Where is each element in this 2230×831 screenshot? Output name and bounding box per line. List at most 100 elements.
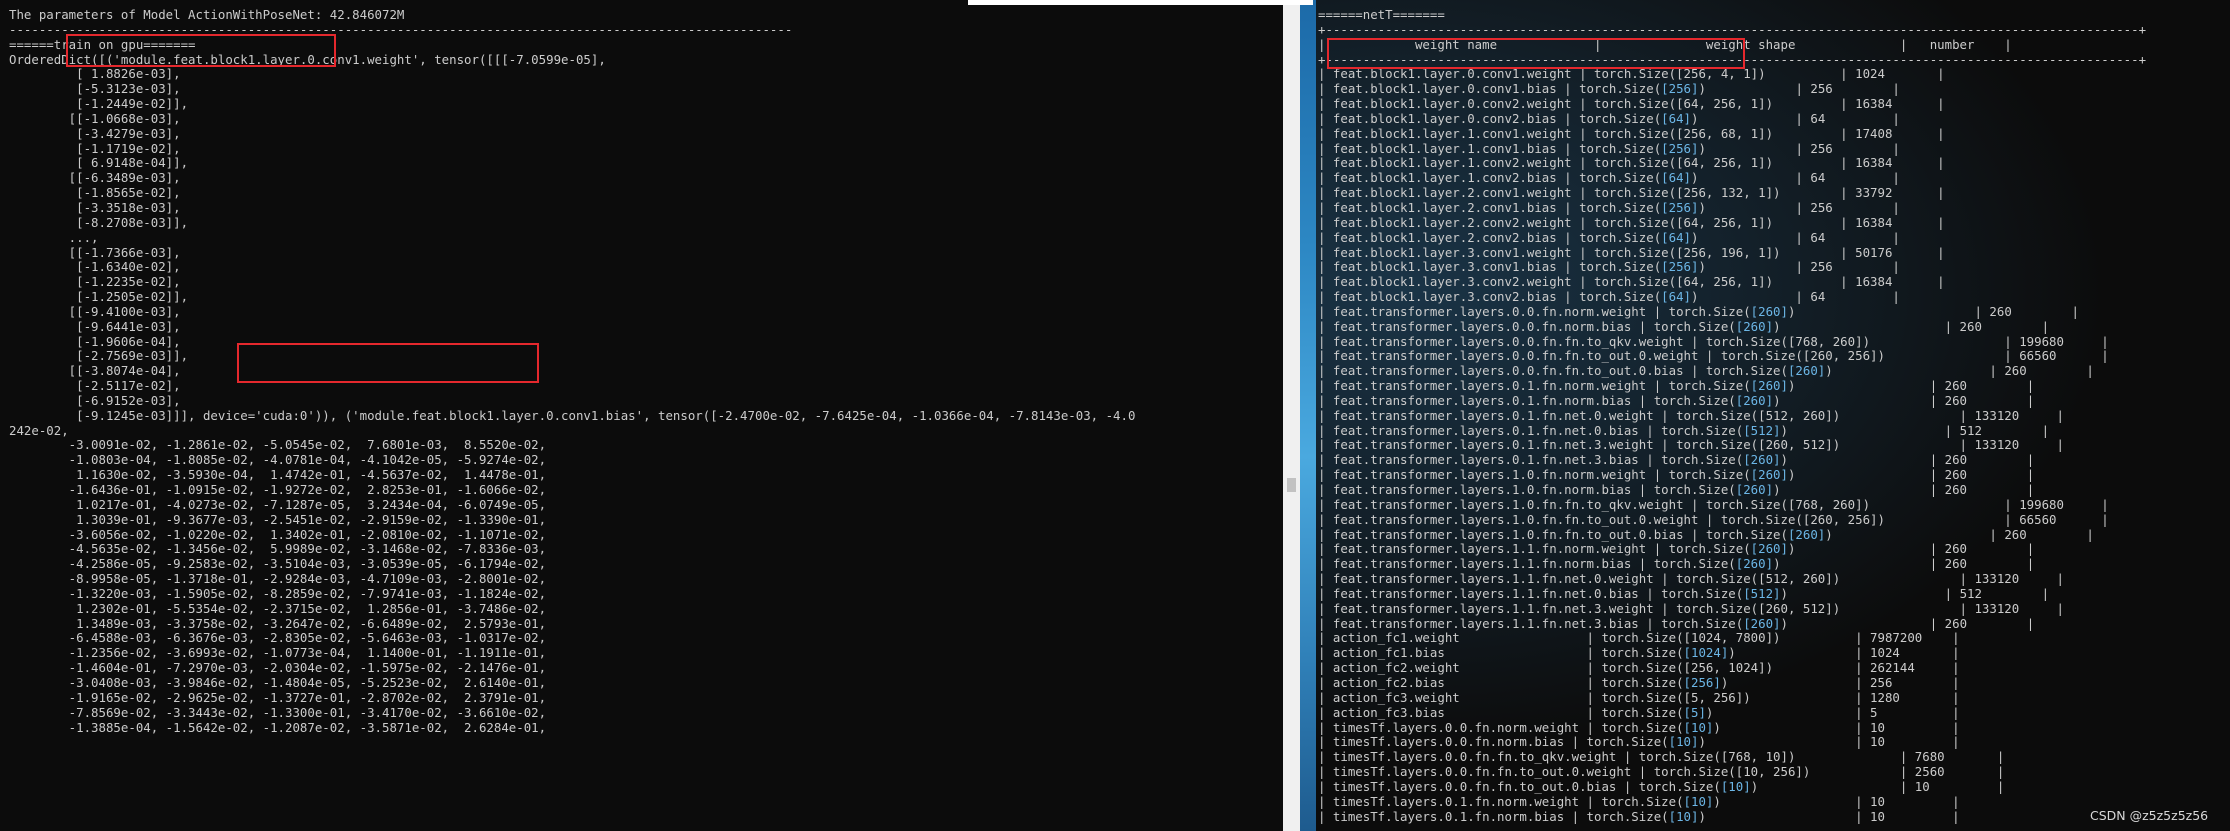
console-line: [-3.3518e-03], bbox=[9, 199, 181, 215]
console-line: [-1.2449e-02]], bbox=[9, 96, 189, 112]
console-line: | feat.transformer.layers.0.1.fn.norm.we… bbox=[1318, 378, 2035, 394]
console-line: [[-3.8074e-04], bbox=[9, 363, 181, 379]
console-line: | feat.transformer.layers.1.1.fn.norm.we… bbox=[1318, 541, 2035, 557]
console-line: | feat.transformer.layers.0.0.fn.fn.to_o… bbox=[1318, 363, 2094, 379]
console-line: | feat.transformer.layers.0.1.fn.net.3.b… bbox=[1318, 452, 2035, 468]
console-line: | feat.block1.layer.1.conv2.bias | torch… bbox=[1318, 170, 1900, 186]
console-line: [-5.3123e-03], bbox=[9, 81, 181, 97]
console-line: | feat.transformer.layers.1.1.fn.net.0.w… bbox=[1318, 571, 2064, 587]
console-line: | action_fc2.weight | torch.Size([256, 1… bbox=[1318, 660, 1960, 676]
console-line: [-3.4279e-03], bbox=[9, 125, 181, 141]
console-line: -3.0408e-03, -3.9846e-02, -1.4804e-05, -… bbox=[9, 674, 547, 690]
console-line: [-1.9606e-04], bbox=[9, 333, 181, 349]
console-line: [-1.6340e-02], bbox=[9, 259, 181, 275]
console-line: | timesTf.layers.0.0.fn.fn.to_out.0.weig… bbox=[1318, 764, 2005, 780]
watermark-text: CSDN @z5z5z5z56 bbox=[2090, 808, 2209, 823]
console-line: -7.8569e-02, -3.3443e-02, -1.3300e-01, -… bbox=[9, 704, 547, 720]
left-console-window: The parameters of Model ActionWithPoseNe… bbox=[0, 0, 1283, 831]
console-line: | action_fc1.bias | torch.Size([1024]) |… bbox=[1318, 645, 1960, 661]
console-line: | feat.block1.layer.2.conv1.weight | tor… bbox=[1318, 185, 1945, 201]
desktop-background bbox=[1300, 0, 1316, 831]
console-line: ======netT======= bbox=[1318, 7, 1445, 22]
console-line: | feat.block1.layer.2.conv1.bias | torch… bbox=[1318, 199, 1900, 215]
console-line: | feat.transformer.layers.1.0.fn.norm.we… bbox=[1318, 467, 2035, 483]
console-line: [[-1.7366e-03], bbox=[9, 244, 181, 260]
console-line: -8.9958e-05, -1.3718e-01, -2.9284e-03, -… bbox=[9, 571, 547, 587]
console-line: | action_fc2.bias | torch.Size([256]) | … bbox=[1318, 674, 1960, 690]
console-line: [-8.2708e-03]], bbox=[9, 214, 189, 230]
console-line: [[-6.3489e-03], bbox=[9, 170, 181, 186]
console-line: | feat.block1.layer.0.conv2.bias | torch… bbox=[1318, 110, 1900, 126]
console-line: | feat.transformer.layers.0.0.fn.norm.bi… bbox=[1318, 318, 2050, 334]
console-line: | feat.block1.layer.2.conv2.bias | torch… bbox=[1318, 229, 1900, 245]
console-line: -1.3885e-04, -1.5642e-02, -1.2087e-02, -… bbox=[9, 719, 547, 735]
console-line: | feat.transformer.layers.1.1.fn.net.0.b… bbox=[1318, 585, 2050, 601]
window-edge-strip bbox=[968, 0, 1313, 5]
console-line: | feat.transformer.layers.1.0.fn.fn.to_o… bbox=[1318, 511, 2109, 527]
console-line: | feat.block1.layer.0.conv2.weight | tor… bbox=[1318, 96, 1945, 112]
console-line: -4.2586e-05, -9.2583e-02, -3.5104e-03, -… bbox=[9, 556, 547, 572]
console-line: -1.4604e-01, -7.2970e-03, -2.0304e-02, -… bbox=[9, 660, 547, 676]
console-line: 1.3489e-03, -3.3758e-02, -3.2647e-02, -6… bbox=[9, 615, 547, 631]
right-console-output: ======netT======= +----------------------… bbox=[1318, 7, 2146, 824]
console-line: | feat.block1.layer.1.conv1.bias | torch… bbox=[1318, 140, 1900, 156]
console-line: The parameters of Model ActionWithPoseNe… bbox=[9, 7, 405, 22]
console-line: [-2.5117e-02], bbox=[9, 378, 181, 394]
console-line: | feat.transformer.layers.0.1.fn.net.3.w… bbox=[1318, 437, 2064, 453]
console-line: | feat.block1.layer.1.conv1.weight | tor… bbox=[1318, 125, 1945, 141]
console-line: | feat.transformer.layers.0.0.fn.fn.to_q… bbox=[1318, 333, 2109, 349]
console-line: | feat.transformer.layers.0.0.fn.fn.to_o… bbox=[1318, 348, 2109, 364]
console-line: | feat.block1.layer.0.conv1.weight | tor… bbox=[1318, 66, 1945, 82]
console-line: | feat.block1.layer.3.conv2.bias | torch… bbox=[1318, 289, 1900, 305]
console-line: -3.0091e-02, -1.2861e-02, -5.0545e-02, 7… bbox=[9, 437, 547, 453]
console-line: | feat.transformer.layers.1.1.fn.net.3.w… bbox=[1318, 600, 2064, 616]
console-line: 1.1630e-02, -3.5930e-04, 1.4742e-01, -4.… bbox=[9, 467, 547, 483]
console-line: -6.4588e-03, -6.3676e-03, -2.8305e-02, -… bbox=[9, 630, 547, 646]
console-line: | timesTf.layers.0.0.fn.norm.bias | torc… bbox=[1318, 734, 1960, 750]
console-line: [[-1.0668e-03], bbox=[9, 110, 181, 126]
console-line: | feat.transformer.layers.1.1.fn.net.3.b… bbox=[1318, 615, 2035, 631]
highlight-box-table-rows bbox=[1327, 38, 1745, 69]
right-console-window: ======netT======= +----------------------… bbox=[1316, 0, 2230, 831]
left-console-scrollbar[interactable] bbox=[1283, 0, 1300, 831]
console-line: 1.0217e-01, -4.0273e-02, -7.1287e-05, 3.… bbox=[9, 496, 547, 512]
console-line: -3.6056e-02, -1.0220e-02, 1.3402e-01, -2… bbox=[9, 526, 547, 542]
console-line: | action_fc3.weight | torch.Size([5, 256… bbox=[1318, 689, 1960, 705]
console-line: | timesTf.layers.0.0.fn.fn.to_out.0.bias… bbox=[1318, 778, 2005, 794]
console-line: [-6.9152e-03], bbox=[9, 392, 181, 408]
console-line: | feat.transformer.layers.0.0.fn.norm.we… bbox=[1318, 303, 2079, 319]
console-line: [-2.7569e-03]], bbox=[9, 348, 189, 364]
console-line: -1.0803e-04, -1.8085e-02, -4.0781e-04, -… bbox=[9, 452, 547, 468]
console-line: | action_fc3.bias | torch.Size([5]) | 5 … bbox=[1318, 704, 1960, 720]
console-line: | feat.transformer.layers.1.0.fn.norm.bi… bbox=[1318, 482, 2035, 497]
console-line: | feat.block1.layer.2.conv2.weight | tor… bbox=[1318, 214, 1945, 230]
highlight-box-weight bbox=[66, 34, 336, 67]
console-line: | feat.block1.layer.3.conv2.weight | tor… bbox=[1318, 274, 1945, 290]
console-line: | timesTf.layers.0.0.fn.norm.weight | to… bbox=[1318, 719, 1960, 735]
console-line: | feat.block1.layer.0.conv1.bias | torch… bbox=[1318, 81, 1900, 97]
console-line: | timesTf.layers.0.1.fn.norm.bias | torc… bbox=[1318, 808, 1960, 824]
console-line: | feat.block1.layer.3.conv1.weight | tor… bbox=[1318, 244, 1945, 260]
left-console-output: The parameters of Model ActionWithPoseNe… bbox=[9, 7, 1135, 735]
console-line: -1.3220e-03, -1.5905e-02, -8.2859e-02, -… bbox=[9, 585, 547, 601]
console-line: | feat.transformer.layers.1.1.fn.norm.bi… bbox=[1318, 556, 2035, 572]
console-line: -4.5635e-02, -1.3456e-02, 5.9989e-02, -3… bbox=[9, 541, 547, 557]
scrollbar-thumb[interactable] bbox=[1287, 478, 1296, 492]
console-line: | feat.transformer.layers.1.0.fn.fn.to_o… bbox=[1318, 526, 2094, 542]
console-line: [ 6.9148e-04]], bbox=[9, 155, 189, 171]
console-line: [-1.1719e-02], bbox=[9, 140, 181, 156]
console-line: -1.2356e-02, -3.6993e-02, -1.0773e-04, 1… bbox=[9, 645, 547, 661]
console-line: [-1.8565e-02], bbox=[9, 185, 181, 201]
console-line: | feat.transformer.layers.0.1.fn.net.0.b… bbox=[1318, 422, 2050, 438]
console-line: | feat.transformer.layers.0.1.fn.net.0.w… bbox=[1318, 407, 2064, 423]
console-line: | action_fc1.weight | torch.Size([1024, … bbox=[1318, 630, 1960, 646]
console-line: 1.3039e-01, -9.3677e-03, -2.5451e-02, -2… bbox=[9, 511, 547, 527]
console-line: [ 1.8826e-03], bbox=[9, 66, 181, 82]
console-line: 1.2302e-01, -5.5354e-02, -2.3715e-02, 1.… bbox=[9, 600, 547, 616]
console-line: | feat.block1.layer.1.conv2.weight | tor… bbox=[1318, 155, 1945, 171]
console-line: -1.9165e-02, -2.9625e-02, -1.3727e-01, -… bbox=[9, 689, 547, 705]
console-line: | timesTf.layers.0.1.fn.norm.weight | to… bbox=[1318, 793, 1960, 809]
console-line: | feat.transformer.layers.0.1.fn.norm.bi… bbox=[1318, 392, 2035, 408]
console-line: [-1.2505e-02]], bbox=[9, 289, 189, 305]
console-line: | feat.transformer.layers.1.0.fn.fn.to_q… bbox=[1318, 496, 2109, 512]
